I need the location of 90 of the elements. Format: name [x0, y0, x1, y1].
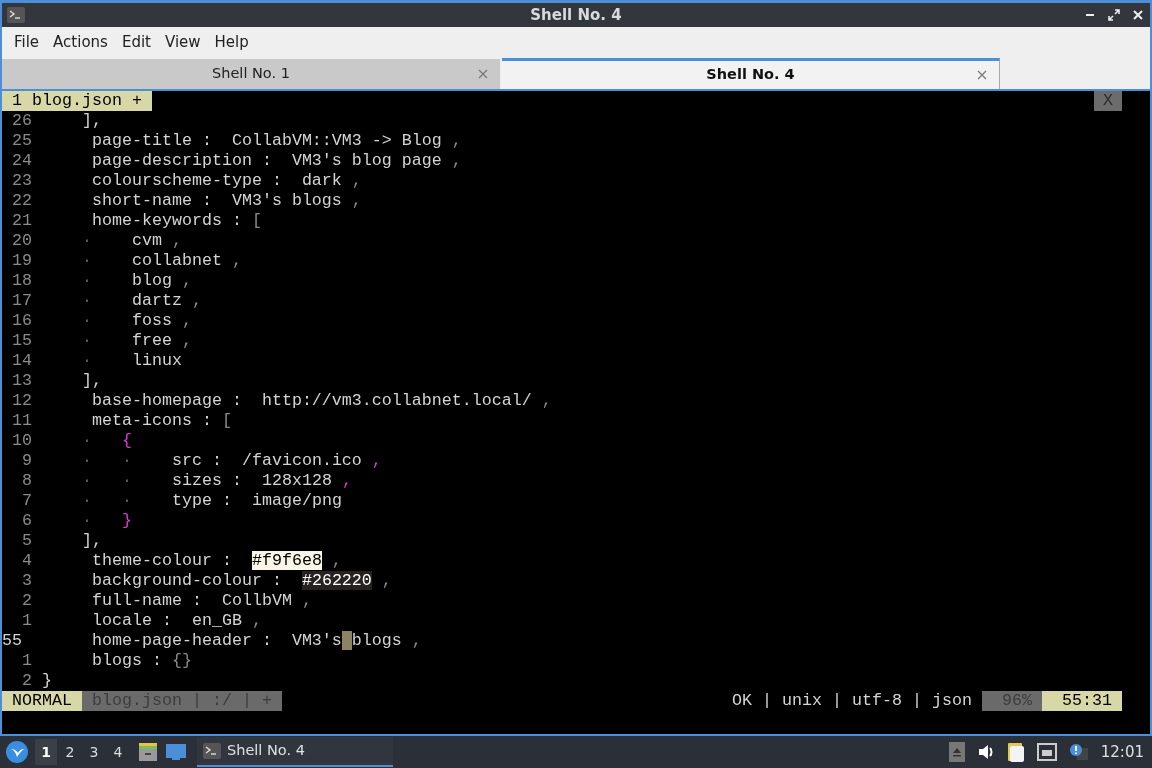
line-number: 14: [11, 351, 32, 371]
line-number: 1: [21, 651, 32, 671]
cursor-position: 55:31: [1042, 691, 1122, 711]
code-line: · foss ,: [80, 311, 192, 331]
code-line: · cvm ,: [80, 231, 182, 251]
line-number: 10: [11, 431, 32, 451]
line-number: 7: [21, 491, 32, 511]
line-number: 3: [21, 571, 32, 591]
line-number: 11: [11, 411, 32, 431]
clipboard-icon[interactable]: [1006, 741, 1025, 763]
line-number: 13: [11, 371, 32, 391]
code-line: meta-icons : [: [90, 411, 232, 431]
eject-icon[interactable]: [948, 742, 965, 762]
line-number: 1: [21, 611, 32, 631]
line-number: 24: [11, 151, 32, 171]
line-number: 2: [21, 591, 32, 611]
code-line: · linux: [80, 351, 182, 371]
code-line: · collabnet ,: [80, 251, 242, 271]
desktop-icon[interactable]: [165, 742, 187, 762]
code-line: home-keywords : [: [90, 211, 262, 231]
network-icon[interactable]: [1036, 743, 1057, 761]
line-number: 15: [11, 331, 32, 351]
notification-icon[interactable]: [1068, 743, 1089, 761]
tab[interactable]: Shell No. 1: [2, 59, 500, 89]
code-line: locale : en_GB ,: [90, 611, 262, 631]
code-line: }: [41, 671, 52, 691]
workspace-button[interactable]: 3: [83, 739, 105, 765]
buffer-tab[interactable]: 1 blog.json +: [2, 91, 152, 111]
menu-item[interactable]: View: [160, 29, 205, 56]
line-number: 12: [11, 391, 32, 411]
close-tab-icon[interactable]: [977, 70, 987, 80]
code-line: · blog ,: [80, 271, 192, 291]
code-line: · }: [80, 511, 132, 531]
mode-indicator: NORMAL: [2, 691, 82, 711]
line-number: 5: [21, 531, 32, 551]
line-number: 25: [11, 131, 32, 151]
code-line: background-colour : #262220 ,: [90, 571, 392, 591]
code-line: blogs : {}: [90, 651, 192, 671]
code-line: ],: [80, 531, 102, 551]
line-number: 18: [11, 271, 32, 291]
menu-item[interactable]: Help: [210, 29, 253, 56]
close-icon[interactable]: [1132, 9, 1144, 21]
code-line: short-name : VM3's blogs ,: [90, 191, 362, 211]
line-number: 20: [11, 231, 32, 251]
speaker-icon[interactable]: [976, 743, 995, 761]
line-number: 6: [21, 511, 32, 531]
code-line: full-name : CollbVM ,: [90, 591, 312, 611]
workspace-button[interactable]: 1: [35, 739, 57, 765]
line-number: 26: [11, 111, 32, 131]
line-number: 21: [11, 211, 32, 231]
line-number: 9: [21, 451, 32, 471]
code-line: · {: [80, 431, 132, 451]
menu-item[interactable]: Actions: [49, 29, 112, 56]
code-line: page-title : CollabVM::VM3 -> Blog ,: [90, 131, 462, 151]
code-line: base-homepage : http://vm3.collabnet.local/ ,: [90, 391, 552, 411]
menu-item[interactable]: Edit: [117, 29, 155, 56]
line-number: 22: [11, 191, 32, 211]
file-format: OK | unix | utf-8 | json: [732, 691, 973, 711]
line-number: 55: [2, 631, 23, 651]
line-number: 19: [11, 251, 32, 271]
code-line: colourscheme-type : dark ,: [90, 171, 362, 191]
window-title: Shell No. 4: [530, 4, 622, 26]
code-line: · · src : /favicon.ico ,: [80, 451, 382, 471]
terminal-icon: [7, 7, 25, 23]
maximize-icon[interactable]: [1108, 9, 1120, 21]
tab[interactable]: Shell No. 4: [502, 58, 1000, 89]
code-line: · · type : image/png: [80, 491, 342, 511]
close-tab-icon[interactable]: [478, 69, 488, 79]
line-number: 17: [11, 291, 32, 311]
code-line: page-description : VM3's blog page ,: [90, 151, 462, 171]
line-number: 4: [21, 551, 32, 571]
code-line: ],: [80, 371, 102, 391]
code-line: home-page-header : VM3's blogs ,: [90, 631, 422, 651]
file-cabinet-icon[interactable]: [137, 741, 159, 763]
line-number: 8: [21, 471, 32, 491]
code-line: theme-colour : #f9f6e8 ,: [90, 551, 342, 571]
workspace-button[interactable]: 4: [107, 739, 129, 765]
code-line: · free ,: [80, 331, 192, 351]
start-menu-icon[interactable]: [5, 740, 29, 764]
taskbar-button[interactable]: Shell No. 4: [197, 737, 393, 767]
line-number: 16: [11, 311, 32, 331]
terminal-icon: [203, 743, 221, 759]
code-line: · · sizes : 128x128 ,: [80, 471, 352, 491]
clock[interactable]: 12:01: [1100, 740, 1144, 764]
line-number: 2: [21, 671, 32, 691]
line-number: 23: [11, 171, 32, 191]
menu-item[interactable]: File: [10, 29, 44, 56]
code-line: ],: [80, 111, 102, 131]
code-line: · dartz ,: [80, 291, 202, 311]
workspace-button[interactable]: 2: [59, 739, 81, 765]
